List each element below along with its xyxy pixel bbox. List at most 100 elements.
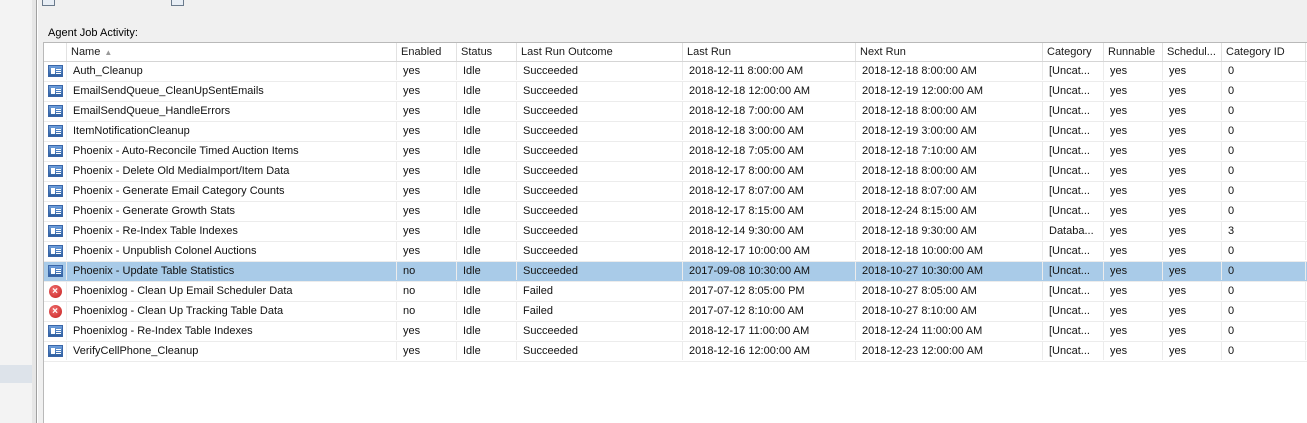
enabled-cell: no — [397, 302, 457, 320]
table-row[interactable]: Phoenix - Auto-Reconcile Timed Auction I… — [44, 142, 1307, 162]
column-header-next-run[interactable]: Next Run — [856, 43, 1043, 61]
job-name-cell: Phoenixlog - Clean Up Tracking Table Dat… — [67, 302, 397, 320]
last-run-outcome-cell: Succeeded — [517, 242, 683, 260]
category-id-cell: 0 — [1222, 282, 1306, 300]
category-cell: [Uncat... — [1043, 302, 1104, 320]
category-id-cell: 0 — [1222, 322, 1306, 340]
enabled-cell: yes — [397, 222, 457, 240]
status-cell: Idle — [457, 102, 517, 120]
column-header-category-id[interactable]: Category ID — [1222, 43, 1306, 61]
job-icon — [47, 205, 63, 217]
job-icon — [47, 325, 63, 337]
table-row[interactable]: Auth_Cleanup yes Idle Succeeded 2018-12-11 8… — [44, 62, 1307, 82]
enabled-cell: no — [397, 282, 457, 300]
row-icon-cell — [44, 102, 67, 120]
object-explorer-selected-node[interactable] — [0, 365, 36, 383]
scheduled-cell: yes — [1163, 122, 1222, 140]
category-id-cell: 0 — [1222, 122, 1306, 140]
last-run-cell: 2018-12-16 12:00:00 AM — [683, 342, 856, 360]
last-run-cell: 2018-12-18 12:00:00 AM — [683, 82, 856, 100]
category-id-cell: 0 — [1222, 302, 1306, 320]
last-run-outcome-cell: Succeeded — [517, 342, 683, 360]
next-run-cell: 2018-12-18 8:07:00 AM — [856, 182, 1043, 200]
next-run-cell: 2018-12-18 8:00:00 AM — [856, 162, 1043, 180]
status-cell: Idle — [457, 122, 517, 140]
next-run-cell: 2018-12-23 12:00:00 AM — [856, 342, 1043, 360]
runnable-cell: yes — [1104, 262, 1163, 280]
runnable-cell: yes — [1104, 242, 1163, 260]
enabled-cell: yes — [397, 102, 457, 120]
column-header-name[interactable]: Name ▲ — [67, 43, 397, 61]
job-icon — [47, 65, 63, 77]
enabled-cell: no — [397, 262, 457, 280]
column-header-last-run-outcome[interactable]: Last Run Outcome — [517, 43, 683, 61]
column-header-label: Category ID — [1226, 46, 1285, 58]
scheduled-cell: yes — [1163, 342, 1222, 360]
column-header-status[interactable]: Status — [457, 43, 517, 61]
category-id-cell: 0 — [1222, 242, 1306, 260]
category-id-cell: 0 — [1222, 342, 1306, 360]
failed-status-icon: × — [48, 284, 62, 298]
table-row[interactable]: Phoenix - Re-Index Table Indexes yes Idle S… — [44, 222, 1307, 242]
scheduled-cell: yes — [1163, 62, 1222, 80]
column-header-scheduled[interactable]: Schedul... — [1163, 43, 1222, 61]
row-icon-cell — [44, 222, 67, 240]
category-cell: [Uncat... — [1043, 282, 1104, 300]
table-row[interactable]: Phoenixlog - Re-Index Table Indexes yes Id… — [44, 322, 1307, 342]
runnable-cell: yes — [1104, 62, 1163, 80]
category-id-cell: 0 — [1222, 162, 1306, 180]
scheduled-cell: yes — [1163, 202, 1222, 220]
job-name-cell: Phoenix - Unpublish Colonel Auctions — [67, 242, 397, 260]
table-row[interactable]: × Phoenixlog - Clean Up Email Scheduler D… — [44, 282, 1307, 302]
status-cell: Idle — [457, 222, 517, 240]
status-cell: Idle — [457, 162, 517, 180]
job-icon — [47, 165, 63, 177]
table-row[interactable]: Phoenix - Generate Growth Stats yes Idle Su… — [44, 202, 1307, 222]
category-cell: [Uncat... — [1043, 102, 1104, 120]
table-row[interactable]: × Phoenixlog - Clean Up Tracking Table Da… — [44, 302, 1307, 322]
table-row[interactable]: EmailSendQueue_HandleErrors yes Idle Succee… — [44, 102, 1307, 122]
table-row[interactable]: VerifyCellPhone_Cleanup yes Idle Succeeded 2… — [44, 342, 1307, 362]
last-run-outcome-cell: Succeeded — [517, 202, 683, 220]
runnable-cell: yes — [1104, 122, 1163, 140]
job-icon — [47, 265, 63, 277]
category-cell: [Uncat... — [1043, 342, 1104, 360]
object-explorer-scrollbar[interactable] — [32, 0, 36, 423]
last-run-cell: 2018-12-18 7:05:00 AM — [683, 142, 856, 160]
runnable-cell: yes — [1104, 82, 1163, 100]
table-row[interactable]: Phoenix - Generate Email Category Counts… — [44, 182, 1307, 202]
last-run-outcome-cell: Succeeded — [517, 222, 683, 240]
scheduled-cell: yes — [1163, 262, 1222, 280]
row-icon-cell — [44, 182, 67, 200]
column-header-category[interactable]: Category — [1043, 43, 1104, 61]
next-run-cell: 2018-12-18 7:10:00 AM — [856, 142, 1043, 160]
column-header-enabled[interactable]: Enabled — [397, 43, 457, 61]
status-cell: Idle — [457, 202, 517, 220]
table-row[interactable]: Phoenix - Delete Old MediaImport/Item Da… — [44, 162, 1307, 182]
last-run-cell: 2018-12-11 8:00:00 AM — [683, 62, 856, 80]
last-run-cell: 2017-09-08 10:30:00 AM — [683, 262, 856, 280]
next-run-cell: 2018-12-19 12:00:00 AM — [856, 82, 1043, 100]
job-name-cell: Phoenix - Re-Index Table Indexes — [67, 222, 397, 240]
next-run-cell: 2018-10-27 10:30:00 AM — [856, 262, 1043, 280]
table-row[interactable]: EmailSendQueue_CleanUpSentEmails yes Idle S… — [44, 82, 1307, 102]
job-name-cell: Auth_Cleanup — [67, 62, 397, 80]
table-row[interactable]: Phoenix - Update Table Statistics no Idle S… — [44, 262, 1307, 282]
runnable-cell: yes — [1104, 202, 1163, 220]
table-row[interactable]: ItemNotificationCleanup yes Idle Succeeded 2… — [44, 122, 1307, 142]
sort-ascending-icon: ▲ — [104, 48, 113, 57]
column-header-label: Enabled — [401, 46, 442, 58]
category-cell: Databa... — [1043, 222, 1104, 240]
last-run-cell: 2018-12-17 8:00:00 AM — [683, 162, 856, 180]
last-run-outcome-cell: Succeeded — [517, 62, 683, 80]
last-run-cell: 2018-12-17 8:15:00 AM — [683, 202, 856, 220]
table-row[interactable]: Phoenix - Unpublish Colonel Auctions yes I… — [44, 242, 1307, 262]
column-header-icon[interactable] — [44, 43, 67, 61]
column-header-last-run[interactable]: Last Run — [683, 43, 856, 61]
column-header-runnable[interactable]: Runnable — [1104, 43, 1163, 61]
scheduled-cell: yes — [1163, 282, 1222, 300]
last-run-outcome-cell: Succeeded — [517, 322, 683, 340]
job-name-cell: Phoenix - Update Table Statistics — [67, 262, 397, 280]
category-cell: [Uncat... — [1043, 142, 1104, 160]
next-run-cell: 2018-12-18 10:00:00 AM — [856, 242, 1043, 260]
